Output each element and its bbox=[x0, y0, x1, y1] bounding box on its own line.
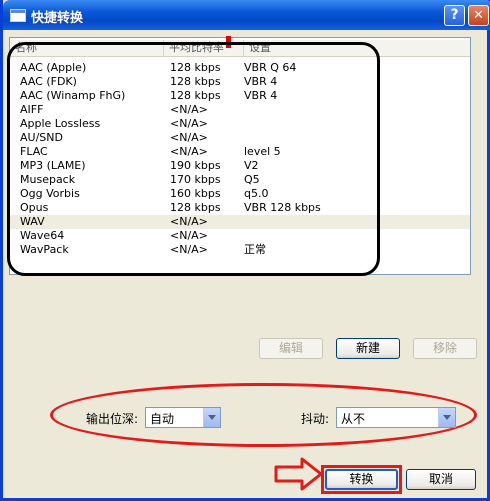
cell-name: Ogg Vorbis bbox=[20, 187, 80, 200]
list-item[interactable]: AIFF <N/A> bbox=[10, 103, 470, 117]
column-header-setting[interactable]: 设置 bbox=[244, 40, 470, 56]
list-item[interactable]: AAC (Apple) 128 kbps VBR Q 64 bbox=[10, 61, 470, 75]
cell-bitrate: <N/A> bbox=[170, 145, 208, 158]
cell-bitrate: 160 kbps bbox=[170, 187, 221, 200]
cell-name: AIFF bbox=[20, 103, 44, 116]
cell-name: AAC (Apple) bbox=[20, 61, 87, 74]
cell-setting: VBR Q 64 bbox=[244, 61, 297, 74]
list-item[interactable]: Wave64 <N/A> bbox=[10, 229, 470, 243]
annotation-red-mark bbox=[226, 36, 231, 48]
list-item[interactable]: AAC (FDK) 128 kbps VBR 4 bbox=[10, 75, 470, 89]
cell-name: Wave64 bbox=[20, 229, 65, 242]
cell-bitrate: <N/A> bbox=[170, 131, 208, 144]
cell-name: WavPack bbox=[20, 243, 69, 256]
bit-depth-label: 输出位深: bbox=[86, 412, 139, 426]
list-item[interactable]: AAC (Winamp FhG) 128 kbps VBR 4 bbox=[10, 89, 470, 103]
cell-name: Musepack bbox=[20, 173, 76, 186]
list-item[interactable]: Ogg Vorbis 160 kbps q5.0 bbox=[10, 187, 470, 201]
cell-name: AU/SND bbox=[20, 131, 63, 144]
cell-bitrate: <N/A> bbox=[170, 229, 208, 242]
list-item[interactable]: Opus 128 kbps VBR 128 kbps bbox=[10, 201, 470, 215]
chevron-down-icon[interactable] bbox=[203, 408, 220, 427]
cell-bitrate: 128 kbps bbox=[170, 75, 221, 88]
window-title: 快捷转换 bbox=[31, 11, 84, 26]
cell-bitrate: 190 kbps bbox=[170, 159, 221, 172]
dither-select[interactable]: 从不 bbox=[336, 407, 456, 428]
bit-depth-select[interactable]: 自动 bbox=[145, 407, 221, 428]
window-icon bbox=[10, 9, 26, 22]
cell-setting: q5.0 bbox=[244, 187, 269, 200]
list-item[interactable]: MP3 (LAME) 190 kbps V2 bbox=[10, 159, 470, 173]
list-item[interactable]: Musepack 170 kbps Q5 bbox=[10, 173, 470, 187]
cell-setting: VBR 4 bbox=[244, 89, 278, 102]
cell-name: MP3 (LAME) bbox=[20, 159, 86, 172]
cell-bitrate: 128 kbps bbox=[170, 89, 221, 102]
column-header-name[interactable]: 名称 bbox=[10, 40, 164, 56]
cell-setting: Q5 bbox=[244, 173, 260, 186]
dither-value: 从不 bbox=[341, 412, 366, 426]
dither-label: 抖动: bbox=[301, 412, 330, 426]
column-header-bitrate[interactable]: 平均比特率 bbox=[164, 40, 244, 56]
list-item[interactable]: Apple Lossless <N/A> bbox=[10, 117, 470, 131]
cell-setting: 正常 bbox=[244, 243, 266, 256]
cell-bitrate: <N/A> bbox=[170, 243, 208, 256]
list-header: 名称 平均比特率 设置 bbox=[10, 40, 470, 57]
cell-setting: VBR 128 kbps bbox=[244, 201, 321, 214]
cell-name: AAC (FDK) bbox=[20, 75, 77, 88]
cell-bitrate: 170 kbps bbox=[170, 173, 221, 186]
title-bar[interactable]: 快捷转换 ? ✕ bbox=[3, 0, 490, 30]
preset-list[interactable]: 名称 平均比特率 设置 AAC (Apple) 128 kbps VBR Q 64 A… bbox=[9, 37, 471, 275]
cell-bitrate: 128 kbps bbox=[170, 61, 221, 74]
cell-setting: V2 bbox=[244, 159, 259, 172]
bit-depth-value: 自动 bbox=[150, 412, 175, 426]
cell-name: AAC (Winamp FhG) bbox=[20, 89, 126, 102]
cell-name: FLAC bbox=[20, 145, 48, 158]
list-item[interactable]: FLAC <N/A> level 5 bbox=[10, 145, 470, 159]
close-button[interactable]: ✕ bbox=[468, 5, 489, 26]
cell-bitrate: <N/A> bbox=[170, 117, 208, 130]
chevron-down-icon[interactable] bbox=[438, 408, 455, 427]
cell-setting: level 5 bbox=[244, 145, 281, 158]
cell-bitrate: <N/A> bbox=[170, 215, 208, 228]
cancel-button[interactable]: 取消 bbox=[406, 469, 476, 490]
cell-bitrate: <N/A> bbox=[170, 103, 208, 116]
cell-name: Opus bbox=[20, 201, 49, 214]
edit-button[interactable]: 编辑 bbox=[259, 338, 323, 359]
annotation-arrow-icon bbox=[274, 457, 323, 491]
list-item[interactable]: AU/SND <N/A> bbox=[10, 131, 470, 145]
convert-button[interactable]: 转换 bbox=[325, 469, 398, 490]
list-item[interactable]: WAV <N/A> bbox=[10, 215, 470, 229]
help-button[interactable]: ? bbox=[444, 5, 465, 26]
new-button[interactable]: 新建 bbox=[336, 338, 400, 359]
cell-name: Apple Lossless bbox=[20, 117, 101, 130]
cell-setting: VBR 4 bbox=[244, 75, 278, 88]
cell-bitrate: 128 kbps bbox=[170, 201, 221, 214]
remove-button[interactable]: 移除 bbox=[413, 338, 477, 359]
list-item[interactable]: WavPack <N/A> 正常 bbox=[10, 243, 470, 257]
cell-name: WAV bbox=[20, 215, 45, 228]
